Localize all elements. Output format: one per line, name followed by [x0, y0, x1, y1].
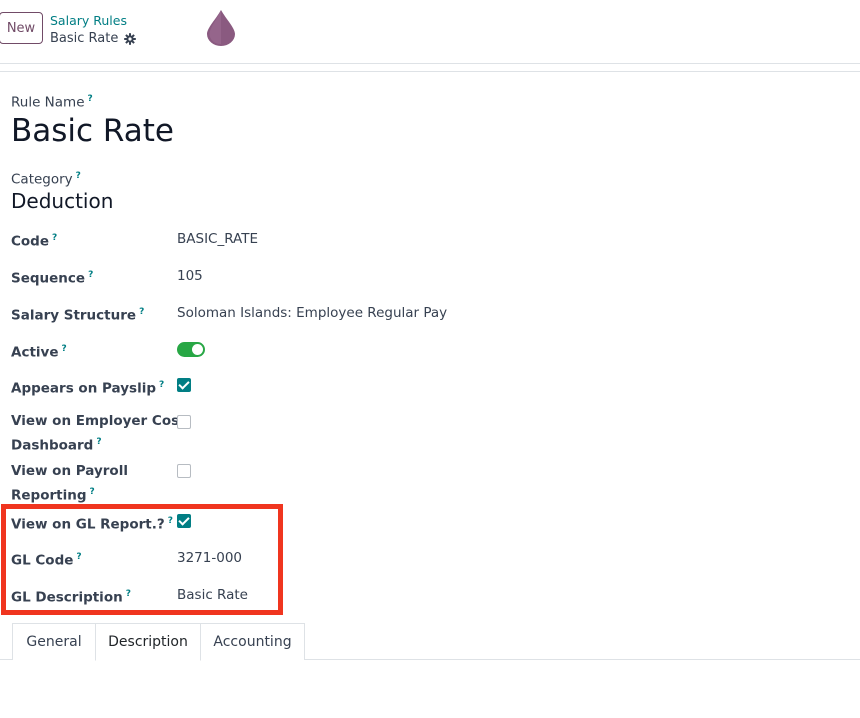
help-icon[interactable]: ? [126, 589, 131, 599]
gl-code-label: GL Code? [11, 552, 82, 569]
tab-description[interactable]: Description [95, 623, 201, 661]
breadcrumb-salary-rules[interactable]: Salary Rules [50, 13, 127, 28]
salary-structure-label: Salary Structure? [11, 307, 145, 324]
employer-cost-dashboard-label: View on Employer Cost Dashboard? [11, 413, 186, 454]
sequence-label: Sequence? [11, 270, 94, 287]
active-toggle[interactable] [177, 342, 205, 357]
gl-code-field[interactable]: 3271-000 [177, 548, 242, 569]
gear-icon[interactable] [124, 32, 137, 45]
help-icon[interactable]: ? [62, 344, 67, 354]
help-icon[interactable]: ? [90, 487, 95, 497]
tab-accounting[interactable]: Accounting [200, 623, 305, 660]
help-icon[interactable]: ? [88, 270, 93, 280]
sheet-divider [0, 71, 860, 72]
gl-description-field[interactable]: Basic Rate [177, 585, 248, 606]
notebook-tabs: General Description Accounting [0, 623, 860, 661]
salary-structure-field[interactable]: Soloman Islands: Employee Regular Pay [177, 303, 447, 324]
drop-icon [206, 9, 236, 51]
help-icon[interactable]: ? [159, 380, 164, 390]
help-icon[interactable]: ? [88, 94, 93, 104]
payroll-reporting-checkbox[interactable] [177, 464, 191, 478]
gl-description-label: GL Description? [11, 589, 131, 606]
help-icon[interactable]: ? [168, 516, 173, 526]
appears-on-payslip-checkbox[interactable] [177, 378, 191, 392]
control-panel: New Salary Rules Basic Rate [0, 0, 860, 64]
help-icon[interactable]: ? [76, 171, 81, 181]
code-label: Code? [11, 233, 58, 250]
topbar-divider [0, 63, 860, 64]
rule-name-label: Rule Name? [11, 94, 93, 111]
payroll-reporting-label: View on Payroll Reporting? [11, 463, 128, 504]
appears-on-payslip-label: Appears on Payslip? [11, 380, 165, 397]
active-label: Active? [11, 344, 67, 361]
tab-general[interactable]: General [12, 623, 96, 660]
gl-report-label: View on GL Report.?? [11, 516, 173, 533]
help-icon[interactable]: ? [139, 307, 144, 317]
record-name: Basic Rate [50, 31, 119, 46]
new-button[interactable]: New [0, 12, 43, 44]
help-icon[interactable]: ? [52, 233, 57, 243]
category-label: Category? [11, 171, 81, 188]
category-field[interactable]: Deduction [11, 189, 113, 213]
rule-name-field[interactable]: Basic Rate [11, 113, 174, 149]
sequence-field[interactable]: 105 [177, 266, 203, 287]
breadcrumb-current: Basic Rate [50, 31, 137, 46]
gl-report-checkbox[interactable] [177, 514, 191, 528]
help-icon[interactable]: ? [96, 437, 101, 447]
code-field[interactable]: BASIC_RATE [177, 229, 258, 250]
help-icon[interactable]: ? [76, 552, 81, 562]
employer-cost-dashboard-checkbox[interactable] [177, 415, 191, 429]
